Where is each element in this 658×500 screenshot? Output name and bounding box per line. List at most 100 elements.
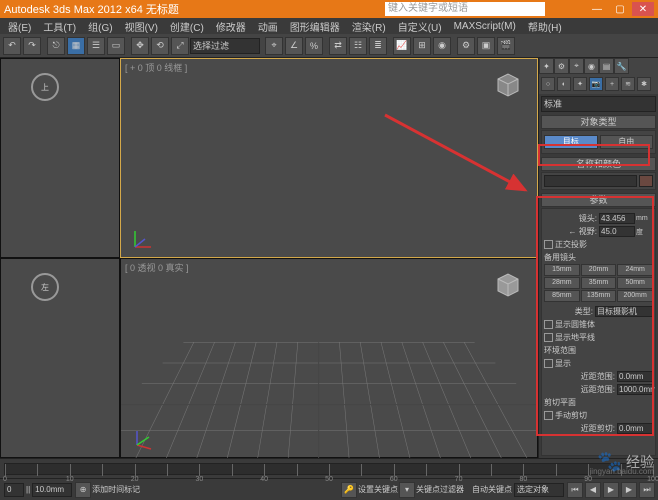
maximize-button[interactable]: ▢ xyxy=(609,2,631,16)
cat-lights-icon[interactable]: ✦ xyxy=(573,77,587,91)
cat-cameras-icon[interactable]: 📷 xyxy=(589,77,603,91)
tab-display-icon[interactable]: ▤ xyxy=(599,58,614,74)
redo-icon[interactable]: ↷ xyxy=(23,37,41,55)
lens-35[interactable]: 35mm xyxy=(581,277,617,289)
layers-icon[interactable]: ≣ xyxy=(369,37,387,55)
viewport-left-small[interactable]: 左 xyxy=(0,258,120,458)
tab-motion-icon[interactable]: ◉ xyxy=(584,58,599,74)
near-range-input[interactable]: 0.0mm xyxy=(617,371,653,382)
cat-systems-icon[interactable]: ✱ xyxy=(637,77,651,91)
cat-space-icon[interactable]: ≋ xyxy=(621,77,635,91)
key-filter-button[interactable]: ▾ xyxy=(399,482,415,498)
mirror-icon[interactable]: ⇄ xyxy=(329,37,347,55)
undo-icon[interactable]: ↶ xyxy=(3,37,21,55)
cat-helpers-icon[interactable]: + xyxy=(605,77,619,91)
close-button[interactable]: ✕ xyxy=(632,2,654,16)
menu-tools[interactable]: 工具(T) xyxy=(37,19,82,34)
show-env-checkbox[interactable] xyxy=(544,359,553,368)
object-name-input[interactable] xyxy=(544,175,637,187)
target-camera-button[interactable]: 目标 xyxy=(544,135,598,149)
lens-85[interactable]: 85mm xyxy=(544,290,580,302)
render-frame-icon[interactable]: ▣ xyxy=(477,37,495,55)
viewcube-icon[interactable] xyxy=(493,69,523,99)
ortho-checkbox[interactable] xyxy=(544,240,553,249)
lens-15[interactable]: 15mm xyxy=(544,264,580,276)
angle-snap-icon[interactable]: ∠ xyxy=(285,37,303,55)
free-camera-button[interactable]: 自由 xyxy=(600,135,654,149)
cat-shapes-icon[interactable]: ◐ xyxy=(557,77,571,91)
lens-24[interactable]: 24mm xyxy=(617,264,653,276)
near-clip-input[interactable]: 0.0mm xyxy=(617,423,653,434)
select-icon[interactable]: ▦ xyxy=(67,37,85,55)
move-icon[interactable]: ✥ xyxy=(131,37,149,55)
selection-filter-dropdown[interactable]: 选择过滤 xyxy=(190,38,260,54)
align-icon[interactable]: ☷ xyxy=(349,37,367,55)
lens-28[interactable]: 28mm xyxy=(544,277,580,289)
set-key-button[interactable]: 🔑 xyxy=(341,482,357,498)
object-color-swatch[interactable] xyxy=(639,175,653,187)
menu-editor[interactable]: 器(E) xyxy=(2,19,37,34)
link-icon[interactable]: ⎋ xyxy=(47,37,65,55)
select-name-icon[interactable]: ☰ xyxy=(87,37,105,55)
time-slider-bar: 0102030405060708090100 xyxy=(0,458,658,478)
viewport-perspective[interactable]: [ 0 透视 0 真实 ] xyxy=(120,258,538,458)
autokey-label[interactable]: 自动关键点 xyxy=(472,484,512,495)
viewport-top[interactable]: [ + 0 顶 0 线框 ] xyxy=(120,58,538,258)
render-icon[interactable]: 🎬 xyxy=(497,37,515,55)
viewport-top-small[interactable]: 上 xyxy=(0,58,120,258)
add-time-tag-label[interactable]: 添加时间标记 xyxy=(92,484,140,495)
snap-icon[interactable]: ⌖ xyxy=(265,37,283,55)
next-frame-icon[interactable]: ▶ xyxy=(621,482,637,498)
selected-label[interactable]: 选定对象 xyxy=(514,483,564,497)
menu-create[interactable]: 创建(C) xyxy=(164,19,210,34)
play-icon[interactable]: ▶ xyxy=(603,482,619,498)
rollout-object-type[interactable]: 对象类型 xyxy=(541,115,656,129)
prev-frame-icon[interactable]: ◀ xyxy=(585,482,601,498)
viewcube-top[interactable]: 上 xyxy=(31,73,59,101)
help-search-input[interactable]: 键入关键字或短语 xyxy=(385,2,545,16)
minimize-button[interactable]: — xyxy=(586,2,608,16)
rollout-parameters[interactable]: 参数 xyxy=(541,193,656,207)
select-region-icon[interactable]: ▭ xyxy=(107,37,125,55)
menu-group[interactable]: 组(G) xyxy=(82,19,118,34)
menu-customize[interactable]: 自定义(U) xyxy=(392,19,448,34)
time-slider[interactable]: 0102030405060708090100 xyxy=(4,463,654,475)
schematic-icon[interactable]: ⊞ xyxy=(413,37,431,55)
goto-start-icon[interactable]: ⏮ xyxy=(567,482,583,498)
goto-end-icon[interactable]: ⏭ xyxy=(639,482,655,498)
show-horizon-checkbox[interactable] xyxy=(544,333,553,342)
menu-views[interactable]: 视图(V) xyxy=(119,19,164,34)
render-setup-icon[interactable]: ⚙ xyxy=(457,37,475,55)
scale-icon[interactable]: ⤢ xyxy=(171,37,189,55)
menu-modifiers[interactable]: 修改器 xyxy=(210,19,252,34)
cat-geometry-icon[interactable]: ○ xyxy=(541,77,555,91)
category-dropdown[interactable]: 标准 xyxy=(541,96,656,112)
lens-135[interactable]: 135mm xyxy=(581,290,617,302)
rotate-icon[interactable]: ⟲ xyxy=(151,37,169,55)
tab-utilities-icon[interactable]: 🔧 xyxy=(614,58,629,74)
current-frame[interactable]: 0 xyxy=(4,483,24,497)
menu-help[interactable]: 帮助(H) xyxy=(522,19,568,34)
menu-maxscript[interactable]: MAXScript(M) xyxy=(448,21,522,32)
camera-type-dropdown[interactable]: 目标摄影机 xyxy=(595,306,653,317)
menu-render[interactable]: 渲染(R) xyxy=(346,19,392,34)
lens-20[interactable]: 20mm xyxy=(581,264,617,276)
lens-input[interactable]: 43.456 xyxy=(599,213,635,224)
rollout-name-color[interactable]: 名称和颜色 xyxy=(541,157,656,171)
curve-editor-icon[interactable]: 📈 xyxy=(393,37,411,55)
menu-animation[interactable]: 动画 xyxy=(252,19,284,34)
tab-modify-icon[interactable]: ⚙ xyxy=(554,58,569,74)
far-range-input[interactable]: 1000.0mm xyxy=(617,384,653,395)
viewcube-left[interactable]: 左 xyxy=(31,273,59,301)
show-cone-checkbox[interactable] xyxy=(544,320,553,329)
percent-snap-icon[interactable]: % xyxy=(305,37,323,55)
tab-create-icon[interactable]: ✦ xyxy=(539,58,554,74)
lens-50[interactable]: 50mm xyxy=(617,277,653,289)
tab-hierarchy-icon[interactable]: ⌖ xyxy=(569,58,584,74)
menu-graph[interactable]: 图形编辑器 xyxy=(284,19,346,34)
add-time-tag-icon[interactable]: ⊕ xyxy=(75,482,91,498)
manual-clip-checkbox[interactable] xyxy=(544,411,553,420)
lens-200[interactable]: 200mm xyxy=(617,290,653,302)
material-icon[interactable]: ◉ xyxy=(433,37,451,55)
fov-input[interactable]: 45.0 xyxy=(599,226,635,237)
